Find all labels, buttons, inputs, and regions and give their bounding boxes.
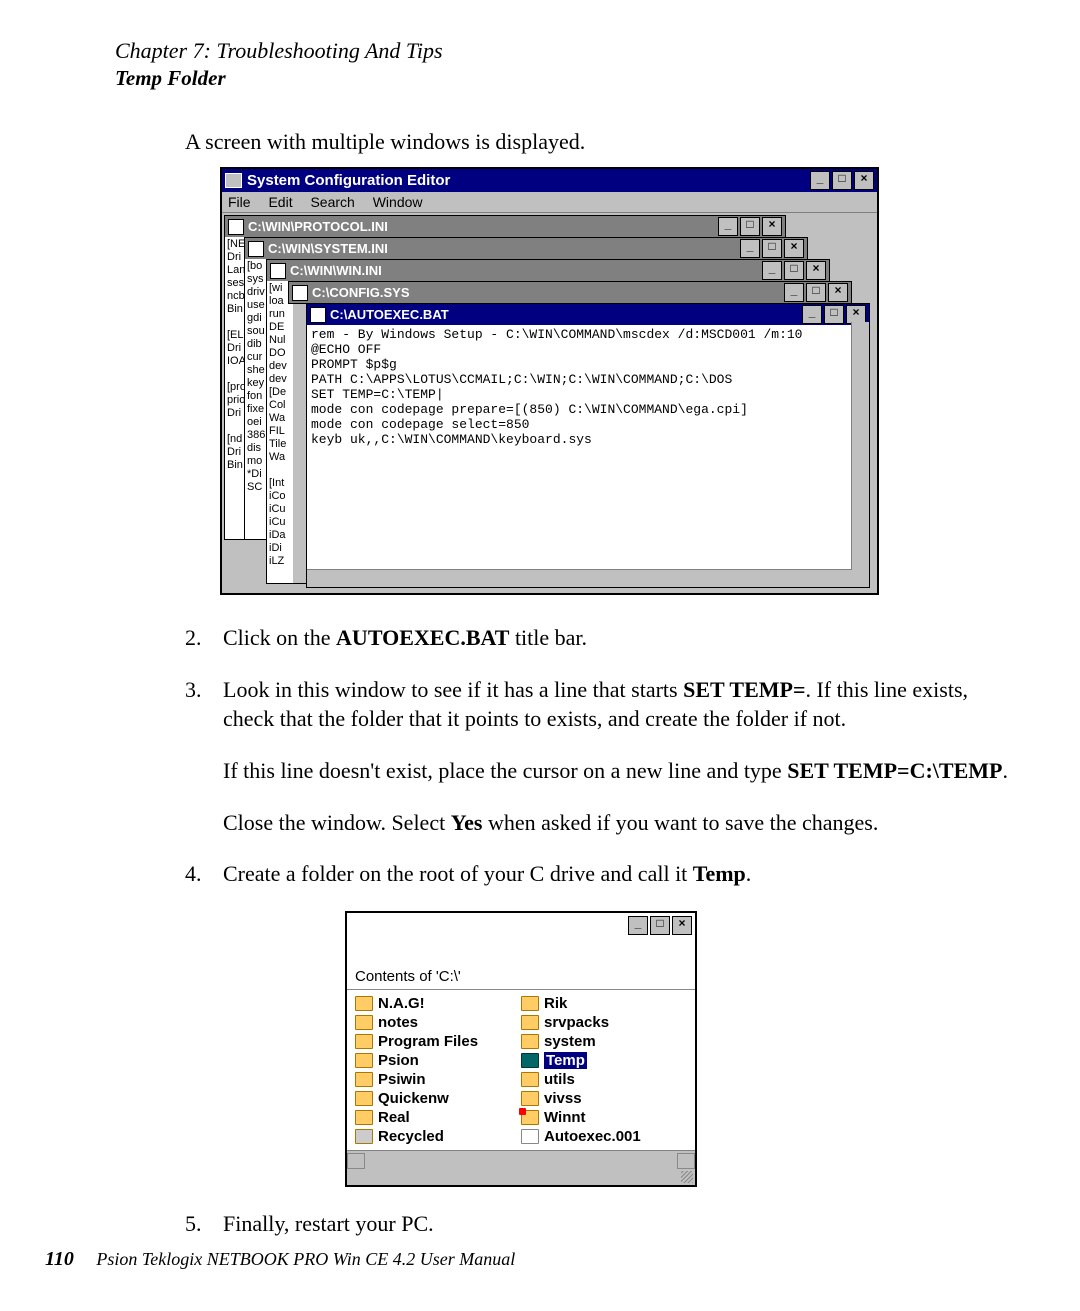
- minimize-button[interactable]: _: [802, 305, 822, 324]
- step-number: 4.: [185, 859, 223, 889]
- config-sys-title[interactable]: C:\CONFIG.SYS _ □ ×: [289, 282, 851, 303]
- maximize-button[interactable]: □: [806, 283, 826, 302]
- folder-item[interactable]: Rik: [521, 994, 687, 1013]
- autoexec-body[interactable]: rem - By Windows Setup - C:\WIN\COMMAND\…: [307, 325, 869, 569]
- mdi-client-area: C:\WIN\PROTOCOL.INI _ □ × [NE Dri Lan se…: [222, 213, 877, 593]
- minimize-button[interactable]: _: [718, 217, 738, 236]
- step-number: 5.: [185, 1209, 223, 1239]
- explorer-toolbar-area: [347, 938, 695, 964]
- maximize-button[interactable]: □: [650, 916, 670, 935]
- chapter-title: Chapter 7: Troubleshooting And Tips: [115, 38, 1020, 64]
- maximize-button[interactable]: □: [762, 239, 782, 258]
- explorer-horizontal-scrollbar[interactable]: [347, 1150, 695, 1169]
- menu-edit[interactable]: Edit: [268, 194, 292, 210]
- intro-text: A screen with multiple windows is displa…: [185, 129, 1020, 155]
- close-button[interactable]: ×: [762, 217, 782, 236]
- folder-item[interactable]: Program Files: [355, 1032, 521, 1051]
- close-button[interactable]: ×: [854, 171, 874, 190]
- sysconfig-screenshot: System Configuration Editor _ □ × File E…: [220, 167, 1020, 595]
- folder-icon: [355, 1072, 373, 1087]
- folder-icon: [521, 1072, 539, 1087]
- protocol-ini-title[interactable]: C:\WIN\PROTOCOL.INI _ □ ×: [225, 216, 785, 237]
- document-icon: [248, 241, 264, 257]
- document-icon: [292, 285, 308, 301]
- win-ini-title[interactable]: C:\WIN\WIN.INI _ □ ×: [267, 260, 829, 281]
- minimize-button[interactable]: _: [628, 916, 648, 935]
- winini-body: [wi loa run DE Nul DO dev dev [De Col Wa…: [267, 281, 293, 583]
- step-number: 2.: [185, 623, 223, 653]
- folder-icon: [521, 996, 539, 1011]
- maximize-button[interactable]: □: [824, 305, 844, 324]
- vertical-scrollbar[interactable]: [851, 322, 869, 570]
- maximize-button[interactable]: □: [740, 217, 760, 236]
- folder-icon: [355, 1034, 373, 1049]
- document-icon: [228, 219, 244, 235]
- explorer-file-list: N.A.G! notes Program Files Psion Psiwin …: [347, 990, 695, 1150]
- folder-item[interactable]: N.A.G!: [355, 994, 521, 1013]
- folder-item[interactable]: utils: [521, 1070, 687, 1089]
- step-number: 3.: [185, 675, 223, 838]
- step-3-text: Look in this window to see if it has a l…: [223, 675, 1020, 838]
- folder-icon: [355, 1015, 373, 1030]
- close-button[interactable]: ×: [672, 916, 692, 935]
- menu-file[interactable]: File: [228, 194, 251, 210]
- page-footer: 110 Psion Teklogix NETBOOK PRO Win CE 4.…: [45, 1248, 515, 1271]
- horizontal-scrollbar[interactable]: [307, 569, 869, 587]
- folder-icon: [355, 1110, 373, 1125]
- close-button[interactable]: ×: [806, 261, 826, 280]
- close-button[interactable]: ×: [828, 283, 848, 302]
- folder-item[interactable]: notes: [355, 1013, 521, 1032]
- folder-icon: [521, 1015, 539, 1030]
- minimize-button[interactable]: _: [762, 261, 782, 280]
- minimize-button[interactable]: _: [810, 171, 830, 190]
- minimize-button[interactable]: _: [740, 239, 760, 258]
- menu-bar: File Edit Search Window: [222, 192, 877, 213]
- folder-item[interactable]: Psion: [355, 1051, 521, 1070]
- explorer-status-bar: [347, 1169, 695, 1185]
- folder-item-temp[interactable]: Temp: [521, 1051, 687, 1070]
- folder-icon: [521, 1091, 539, 1106]
- folder-icon: [521, 1110, 539, 1125]
- main-window-title: System Configuration Editor: [247, 172, 450, 189]
- folder-item[interactable]: Quickenw: [355, 1089, 521, 1108]
- step-5-text: Finally, restart your PC.: [223, 1209, 1020, 1239]
- maximize-button[interactable]: □: [784, 261, 804, 280]
- system-ini-title[interactable]: C:\WIN\SYSTEM.INI _ □ ×: [245, 238, 807, 259]
- manual-title: Psion Teklogix NETBOOK PRO Win CE 4.2 Us…: [96, 1249, 515, 1269]
- folder-icon: [355, 1091, 373, 1106]
- explorer-screenshot: _ □ × Contents of 'C:\' N.A.G! notes Pro…: [345, 911, 1020, 1187]
- file-item[interactable]: Autoexec.001: [521, 1127, 687, 1146]
- main-window-title-bar[interactable]: System Configuration Editor _ □ ×: [222, 169, 877, 192]
- section-title: Temp Folder: [115, 66, 1020, 91]
- menu-window[interactable]: Window: [373, 194, 423, 210]
- file-icon: [521, 1129, 539, 1144]
- explorer-contents-label: Contents of 'C:\': [347, 964, 695, 990]
- page-number: 110: [45, 1248, 74, 1270]
- folder-item[interactable]: vivss: [521, 1089, 687, 1108]
- folder-item[interactable]: Winnt: [521, 1108, 687, 1127]
- recycle-icon: [355, 1129, 373, 1144]
- menu-search[interactable]: Search: [310, 194, 354, 210]
- close-button[interactable]: ×: [784, 239, 804, 258]
- maximize-button[interactable]: □: [832, 171, 852, 190]
- app-icon: [225, 173, 242, 188]
- folder-item[interactable]: Recycled: [355, 1127, 521, 1146]
- explorer-title-bar[interactable]: _ □ ×: [347, 913, 695, 938]
- step-4-text: Create a folder on the root of your C dr…: [223, 859, 1020, 889]
- folder-item[interactable]: Real: [355, 1108, 521, 1127]
- minimize-button[interactable]: _: [784, 283, 804, 302]
- autoexec-bat-title[interactable]: C:\AUTOEXEC.BAT _ □ ×: [307, 304, 869, 325]
- folder-icon: [521, 1034, 539, 1049]
- document-icon: [310, 307, 326, 323]
- folder-icon: [355, 996, 373, 1011]
- folder-icon: [521, 1053, 539, 1068]
- folder-item[interactable]: system: [521, 1032, 687, 1051]
- folder-icon: [355, 1053, 373, 1068]
- folder-item[interactable]: srvpacks: [521, 1013, 687, 1032]
- step-2-text: Click on the AUTOEXEC.BAT title bar.: [223, 623, 1020, 653]
- document-icon: [270, 263, 286, 279]
- folder-item[interactable]: Psiwin: [355, 1070, 521, 1089]
